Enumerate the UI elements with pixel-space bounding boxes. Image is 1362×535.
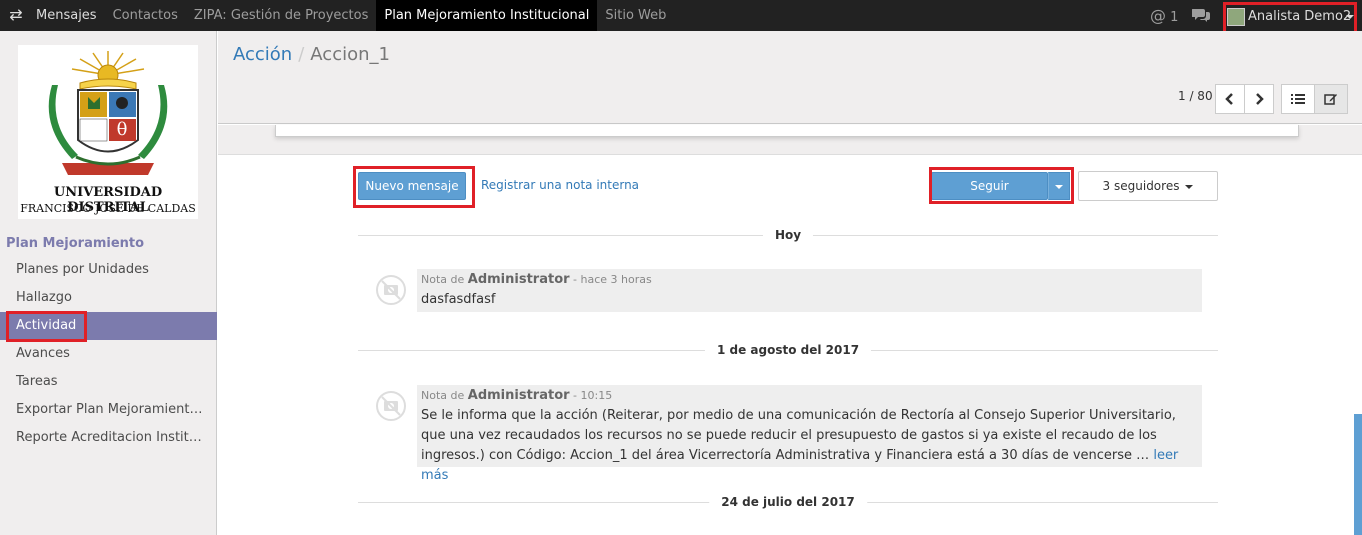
previous-record-button[interactable] [1215,84,1245,114]
sidebar-item-hallazgo[interactable]: Hallazgo [0,284,217,312]
at-icon: @ [1150,6,1166,25]
chevron-right-icon [1256,93,1264,105]
control-panel: Acción / Accion_1 1 / 80 [218,31,1362,124]
highlight-box-follow [929,167,1074,204]
pager-value: 1 / 80 [1178,89,1213,103]
avatar [1227,8,1245,26]
menu-item-contactos[interactable]: Contactos [105,0,186,31]
date-label: 1 de agosto del 2017 [704,341,872,359]
message-header: Nota de Administrator - 10:15 [421,388,1198,404]
sidebar-item-avances[interactable]: Avances [0,340,217,368]
sidebar: θ UNIVERSIDAD DISTRITAL FRANCISCO JOSÉ D… [0,31,217,535]
edit-icon [1324,94,1337,105]
message-body: dasfasdfasf [421,292,496,307]
pager-buttons [1215,84,1274,114]
message-header: Nota de Administrator - hace 3 horas [421,272,1198,288]
caret-down-icon [1185,184,1194,189]
author-avatar-placeholder-icon [376,391,406,421]
message-time: - hace 3 horas [573,273,652,286]
apps-toggle-icon[interactable]: ⇄ [5,5,27,25]
date-label: 24 de julio del 2017 [709,493,867,511]
university-crest-icon: θ [48,51,168,175]
sidebar-item-exportar-plan[interactable]: Exportar Plan Mejoramient… [0,396,217,424]
message-text: Se le informa que la acción (Reiterar, p… [421,408,1176,463]
message-body: Se le informa que la acción (Reiterar, p… [421,406,1198,486]
menu-item-plan-mejoramiento[interactable]: Plan Mejoramiento Institucional [376,0,598,31]
message-time: - 10:15 [573,389,613,402]
date-label: Hoy [762,226,814,244]
form-view-button[interactable] [1314,84,1348,114]
menu-item-zipa[interactable]: ZIPA: Gestión de Proyectos [186,0,376,31]
followers-button[interactable]: 3 seguidores [1078,171,1218,201]
user-name: Analista Demo2 [1248,9,1352,24]
message-item: Nota de Administrator - 10:15 Se le info… [417,385,1202,483]
list-view-button[interactable] [1281,84,1315,114]
sidebar-menu: Planes por Unidades Hallazgo Actividad A… [0,256,217,452]
mentions-indicator[interactable]: @ 1 [1150,0,1178,31]
top-menu: Mensajes Contactos ZIPA: Gestión de Proy… [28,0,674,31]
breadcrumb: Acción / Accion_1 [233,44,390,65]
caret-down-icon [1346,15,1354,19]
view-switcher [1281,84,1348,114]
message-item: Nota de Administrator - hace 3 horas das… [417,269,1202,312]
form-sheet [275,125,1299,137]
sidebar-item-reporte-acreditacion[interactable]: Reporte Acreditacion Instit… [0,424,217,452]
author-avatar-placeholder-icon [376,275,406,305]
scrollbar-thumb[interactable] [1354,414,1362,535]
message-author[interactable]: Administrator [468,272,570,287]
list-icon [1291,94,1305,104]
sidebar-item-planes-por-unidades[interactable]: Planes por Unidades [0,256,217,284]
top-navbar: ⇄ Mensajes Contactos ZIPA: Gestión de Pr… [0,0,1362,36]
mentions-count: 1 [1170,10,1179,25]
chevron-left-icon [1225,93,1233,105]
highlight-box-new-message [353,166,475,208]
date-separator: 24 de julio del 2017 [358,493,1218,513]
date-separator: 1 de agosto del 2017 [358,341,1218,361]
followers-label: 3 seguidores [1102,179,1180,193]
next-record-button[interactable] [1244,84,1274,114]
menu-item-mensajes[interactable]: Mensajes [28,0,105,31]
menu-item-sitio-web[interactable]: Sitio Web [597,0,674,31]
breadcrumb-parent[interactable]: Acción [233,44,292,65]
internal-note-link[interactable]: Registrar una nota interna [481,178,639,192]
logo-line-2: FRANCISCO JOSÉ DE CALDAS [20,202,196,215]
main-content: Acción / Accion_1 1 / 80 Nuevo mensaje R… [218,31,1362,535]
sidebar-section-title: Plan Mejoramiento [6,236,145,251]
breadcrumb-current: Accion_1 [310,44,390,65]
breadcrumb-separator: / [298,44,305,65]
message-prefix: Nota de [421,389,465,402]
sidebar-item-tareas[interactable]: Tareas [0,368,217,396]
svg-text:θ: θ [117,119,128,140]
university-logo: θ UNIVERSIDAD DISTRITAL FRANCISCO JOSÉ D… [18,45,198,219]
message-prefix: Nota de [421,273,465,286]
highlight-box-actividad [6,311,87,342]
date-separator: Hoy [358,226,1218,246]
message-author[interactable]: Administrator [468,388,570,403]
chat-icon[interactable] [1192,7,1210,23]
